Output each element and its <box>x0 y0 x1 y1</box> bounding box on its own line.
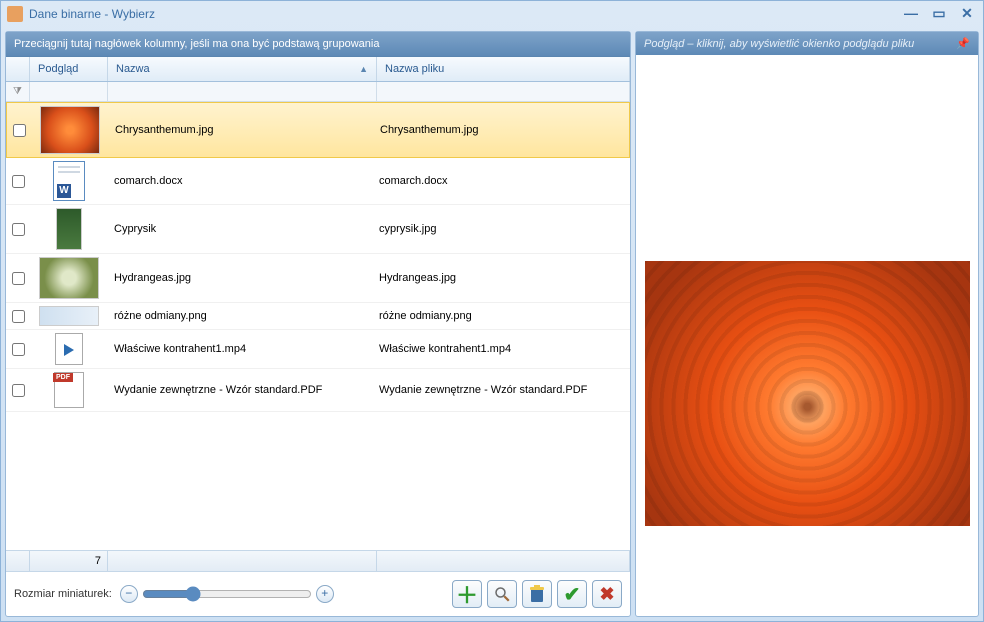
row-checkbox-cell <box>6 220 30 239</box>
maximize-button[interactable]: ▭ <box>929 6 949 22</box>
row-name-cell: różne odmiany.png <box>108 307 373 325</box>
grid-footer: 7 <box>6 550 630 571</box>
row-checkbox-cell <box>6 172 30 191</box>
table-row[interactable]: Właściwe kontrahent1.mp4Właściwe kontrah… <box>6 330 630 369</box>
magnifier-icon <box>493 585 511 603</box>
preview-image[interactable] <box>645 261 970 526</box>
row-file-cell: Hydrangeas.jpg <box>373 269 626 287</box>
row-checkbox[interactable] <box>12 310 25 323</box>
ok-button[interactable]: ✔ <box>557 580 587 608</box>
preview-panel: Podgląd – kliknij, aby wyświetlić okienk… <box>635 31 979 617</box>
add-button[interactable]: ＋ <box>452 580 482 608</box>
preview-header[interactable]: Podgląd – kliknij, aby wyświetlić okienk… <box>636 32 978 55</box>
thumbnail-png-thumb[interactable] <box>39 306 99 326</box>
row-file-cell: Chrysanthemum.jpg <box>374 121 627 139</box>
slider-label: Rozmiar miniaturek: <box>14 588 112 600</box>
table-row[interactable]: comarch.docxcomarch.docx <box>6 158 630 205</box>
row-checkbox-cell <box>6 307 30 326</box>
row-checkbox[interactable] <box>12 223 25 236</box>
table-row[interactable]: Cyprysikcyprysik.jpg <box>6 205 630 254</box>
row-thumbnail-cell <box>30 303 108 329</box>
column-file-label: Nazwa pliku <box>385 63 444 75</box>
delete-button[interactable] <box>522 580 552 608</box>
row-name-cell: Chrysanthemum.jpg <box>109 121 374 139</box>
row-thumbnail-cell <box>30 330 108 368</box>
filter-icon-cell[interactable]: ⧩ <box>6 82 30 101</box>
content-area: Przeciągnij tutaj nagłówek kolumny, jeśl… <box>1 27 983 621</box>
row-thumbnail-cell <box>30 254 108 302</box>
column-thumbnail[interactable]: Podgląd <box>30 57 108 81</box>
column-filename[interactable]: Nazwa pliku <box>377 57 630 81</box>
filter-name[interactable] <box>108 82 377 101</box>
row-checkbox[interactable] <box>12 343 25 356</box>
row-name-cell: Wydanie zewnętrzne - Wzór standard.PDF <box>108 381 373 399</box>
grid-body[interactable]: Chrysanthemum.jpgChrysanthemum.jpgcomarc… <box>6 102 630 550</box>
row-checkbox[interactable] <box>12 272 25 285</box>
sort-ascending-icon: ▲ <box>359 64 368 74</box>
titlebar[interactable]: Dane binarne - Wybierz — ▭ ✕ <box>1 1 983 27</box>
row-checkbox-cell <box>6 340 30 359</box>
app-window: Dane binarne - Wybierz — ▭ ✕ Przeciągnij… <box>0 0 984 622</box>
group-by-bar[interactable]: Przeciągnij tutaj nagłówek kolumny, jeśl… <box>6 32 630 57</box>
footer-spacer1 <box>6 551 30 571</box>
row-file-cell: Wydanie zewnętrzne - Wzór standard.PDF <box>373 381 626 399</box>
footer-count: 7 <box>30 551 108 571</box>
thumbnail-pdf[interactable] <box>54 372 84 408</box>
column-name[interactable]: Nazwa ▲ <box>108 57 377 81</box>
minimize-button[interactable]: — <box>901 6 921 22</box>
trash-icon <box>528 584 546 604</box>
pin-icon[interactable]: 📌 <box>956 37 970 50</box>
row-name-cell: Cyprysik <box>108 220 373 238</box>
row-name-cell: Hydrangeas.jpg <box>108 269 373 287</box>
footer-spacer2 <box>108 551 377 571</box>
row-file-cell: comarch.docx <box>373 172 626 190</box>
grid-panel: Przeciągnij tutaj nagłówek kolumny, jeśl… <box>5 31 631 617</box>
column-checkbox[interactable] <box>6 57 30 81</box>
row-file-cell: cyprysik.jpg <box>373 220 626 238</box>
window-title: Dane binarne - Wybierz <box>29 7 901 21</box>
row-name-cell: Właściwe kontrahent1.mp4 <box>108 340 373 358</box>
row-checkbox-cell <box>6 269 30 288</box>
filter-thumb[interactable] <box>30 82 108 101</box>
column-name-label: Nazwa <box>116 63 150 75</box>
search-button[interactable] <box>487 580 517 608</box>
row-thumbnail-cell <box>31 103 109 157</box>
thumbnail-conifer[interactable] <box>56 208 82 250</box>
close-button[interactable]: ✕ <box>957 6 977 22</box>
app-icon <box>7 6 23 22</box>
table-row[interactable]: Chrysanthemum.jpgChrysanthemum.jpg <box>6 102 630 158</box>
bottom-toolbar: Rozmiar miniaturek: − + ＋ ✔ ✖ <box>6 571 630 616</box>
slider-increase-button[interactable]: + <box>316 585 334 603</box>
grid-header: Podgląd Nazwa ▲ Nazwa pliku <box>6 57 630 82</box>
column-thumb-label: Podgląd <box>38 63 78 75</box>
filter-row: ⧩ <box>6 82 630 102</box>
footer-spacer3 <box>377 551 630 571</box>
row-checkbox-cell <box>6 381 30 400</box>
slider-decrease-button[interactable]: − <box>120 585 138 603</box>
row-name-cell: comarch.docx <box>108 172 373 190</box>
row-checkbox[interactable] <box>12 384 25 397</box>
row-file-cell: Właściwe kontrahent1.mp4 <box>373 340 626 358</box>
filter-file[interactable] <box>377 82 630 101</box>
table-row[interactable]: różne odmiany.pngróżne odmiany.png <box>6 303 630 330</box>
row-file-cell: różne odmiany.png <box>373 307 626 325</box>
thumbnail-mp4[interactable] <box>55 333 83 365</box>
thumbnail-doc[interactable] <box>53 161 85 201</box>
thumbnail-size-slider[interactable] <box>142 586 312 602</box>
thumbnail-size-slider-group: − + <box>120 585 334 603</box>
row-thumbnail-cell <box>30 369 108 411</box>
cancel-button[interactable]: ✖ <box>592 580 622 608</box>
thumbnail-hydrangea[interactable] <box>39 257 99 299</box>
funnel-icon: ⧩ <box>13 86 22 97</box>
row-checkbox[interactable] <box>12 175 25 188</box>
row-thumbnail-cell <box>30 205 108 253</box>
thumbnail-flower[interactable] <box>40 106 100 154</box>
row-checkbox-cell <box>7 121 31 140</box>
table-row[interactable]: Wydanie zewnętrzne - Wzór standard.PDFWy… <box>6 369 630 412</box>
row-thumbnail-cell <box>30 158 108 204</box>
row-checkbox[interactable] <box>13 124 26 137</box>
preview-body <box>636 55 978 616</box>
table-row[interactable]: Hydrangeas.jpgHydrangeas.jpg <box>6 254 630 303</box>
preview-header-label: Podgląd – kliknij, aby wyświetlić okienk… <box>644 38 914 50</box>
